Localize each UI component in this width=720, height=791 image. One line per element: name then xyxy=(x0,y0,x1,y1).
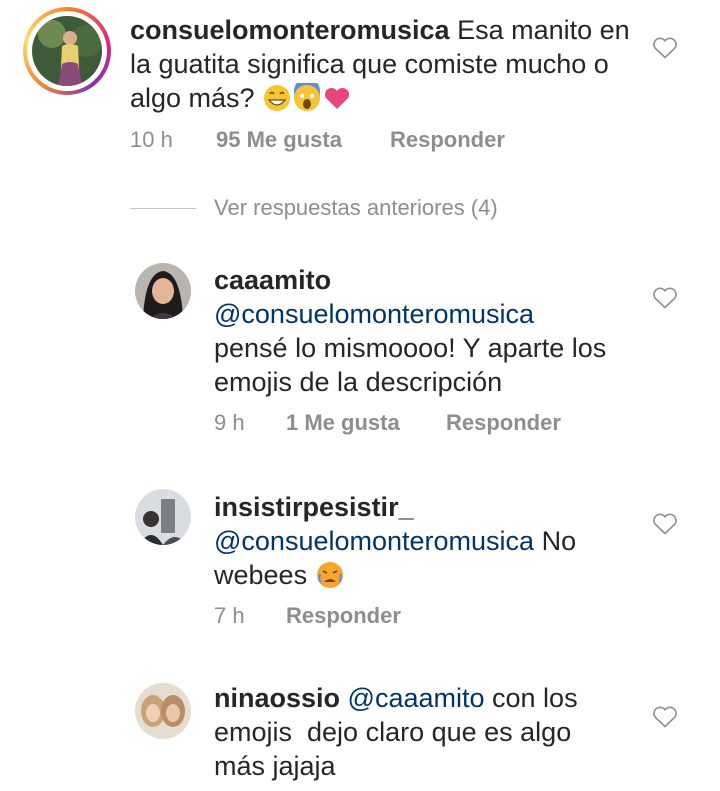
avatar-photo-icon xyxy=(135,489,191,545)
mention-link[interactable]: @consuelomonteromusica xyxy=(214,297,634,331)
comment-body-line2: emojis dejo claro que es algo xyxy=(214,717,572,747)
comment-body-line3: más jajaja xyxy=(214,751,336,781)
avatar[interactable] xyxy=(135,683,191,739)
timestamp: 7 h xyxy=(214,603,245,628)
username[interactable]: consuelomonteromusica xyxy=(130,15,450,45)
grinning-sweat-emoji xyxy=(262,83,292,113)
mention-link[interactable]: @caaamito xyxy=(348,683,485,713)
avatar[interactable] xyxy=(135,489,191,545)
reply-button[interactable]: Responder xyxy=(390,127,505,153)
like-heart-icon[interactable] xyxy=(652,36,678,60)
pink-heart-emoji xyxy=(322,83,352,113)
username[interactable]: insistirpesistir_ xyxy=(214,490,634,524)
comment-meta: 10 h 95 Me gusta Responder xyxy=(130,127,505,153)
username[interactable]: caaamito xyxy=(214,263,634,297)
comment-meta: 7 h Responder xyxy=(214,603,401,629)
timestamp: 10 h xyxy=(130,127,173,152)
comment-text: ninaossio @caaamito con los emojis dejo … xyxy=(214,681,634,783)
screaming-fear-emoji xyxy=(292,78,322,113)
like-heart-icon[interactable] xyxy=(652,512,678,536)
divider xyxy=(130,207,196,209)
comment-text: caaamito @consuelomonteromusica pensé lo… xyxy=(214,263,634,399)
avatar-photo-icon xyxy=(32,16,102,86)
reply-button[interactable]: Responder xyxy=(446,410,561,436)
reply-button[interactable]: Responder xyxy=(286,603,401,629)
likes-count[interactable]: 1 Me gusta xyxy=(286,410,446,436)
comment-body: con los xyxy=(484,683,578,713)
comment-body-line2: webees xyxy=(214,560,308,590)
avatar-photo-icon xyxy=(135,263,191,319)
likes-count[interactable]: 95 Me gusta xyxy=(216,127,390,153)
username[interactable]: ninaossio xyxy=(214,683,340,713)
crying-angry-emoji xyxy=(315,560,345,590)
view-replies-label[interactable]: Ver respuestas anteriores (4) xyxy=(214,195,498,221)
like-heart-icon[interactable] xyxy=(652,705,678,729)
avatar[interactable] xyxy=(135,263,191,319)
comment-meta: 9 h 1 Me gusta Responder xyxy=(214,410,561,436)
like-heart-icon[interactable] xyxy=(652,286,678,310)
avatar-photo-icon xyxy=(135,683,191,739)
comment-body: pensé lo mismoooo! Y aparte los emojis d… xyxy=(214,333,607,397)
comment-body: No xyxy=(534,526,577,556)
view-previous-replies[interactable]: Ver respuestas anteriores (4) xyxy=(130,195,498,221)
timestamp: 9 h xyxy=(214,410,245,435)
mention-link[interactable]: @consuelomonteromusica xyxy=(214,526,534,556)
avatar[interactable] xyxy=(32,16,102,86)
comment-text: consuelomonteromusica Esa manito en la g… xyxy=(130,13,630,115)
comment-text: insistirpesistir_ @consuelomonteromusica… xyxy=(214,490,634,592)
